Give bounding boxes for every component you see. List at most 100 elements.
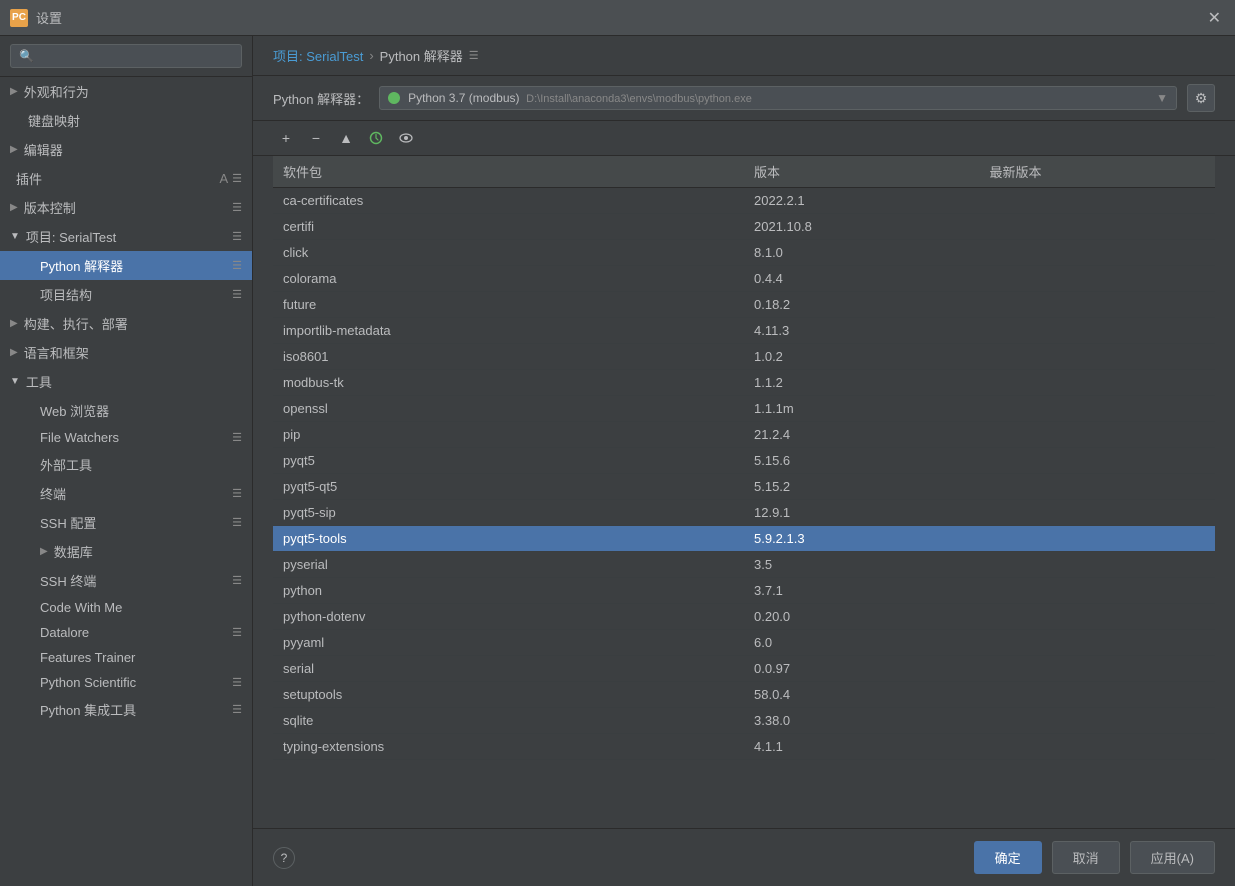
package-latest-cell (980, 474, 1216, 500)
ok-button[interactable]: 确定 (974, 841, 1042, 874)
sidebar-item-vcs[interactable]: ▶ 版本控制 ☰ (0, 193, 252, 222)
package-name-cell: python (273, 578, 744, 604)
sidebar-item-label: Python 集成工具 (40, 700, 136, 719)
package-latest-cell (980, 708, 1216, 734)
table-row[interactable]: pyqt55.15.6 (273, 448, 1215, 474)
sidebar-item-external-tools[interactable]: 外部工具 (0, 450, 252, 479)
package-name-cell: python-dotenv (273, 604, 744, 630)
package-version-cell: 6.0 (744, 630, 980, 656)
table-row[interactable]: iso86011.0.2 (273, 344, 1215, 370)
package-version-cell: 2022.2.1 (744, 188, 980, 214)
interpreter-icon: ☰ (232, 259, 242, 272)
table-row[interactable]: future0.18.2 (273, 292, 1215, 318)
sidebar-item-editor[interactable]: ▶ 编辑器 (0, 135, 252, 164)
sidebar-item-code-with-me[interactable]: Code With Me (0, 595, 252, 620)
table-row[interactable]: ca-certificates2022.2.1 (273, 188, 1215, 214)
table-row[interactable]: click8.1.0 (273, 240, 1215, 266)
package-name-cell: importlib-metadata (273, 318, 744, 344)
help-button[interactable]: ? (273, 847, 295, 869)
close-button[interactable]: ✕ (1204, 8, 1225, 28)
sidebar-item-features-trainer[interactable]: Features Trainer (0, 645, 252, 670)
sidebar-item-ssh-config[interactable]: SSH 配置 ☰ (0, 508, 252, 537)
apply-button[interactable]: 应用(A) (1130, 841, 1215, 874)
table-row[interactable]: certifi2021.10.8 (273, 214, 1215, 240)
package-version-cell: 0.4.4 (744, 266, 980, 292)
sidebar-item-web-browser[interactable]: Web 浏览器 (0, 396, 252, 425)
chevron-right-icon: ▶ (40, 546, 48, 557)
sidebar-item-terminal[interactable]: 终端 ☰ (0, 479, 252, 508)
table-row[interactable]: pyqt5-sip12.9.1 (273, 500, 1215, 526)
package-version-cell: 5.15.2 (744, 474, 980, 500)
sidebar-item-project[interactable]: ▼ 项目: SerialTest ☰ (0, 222, 252, 251)
breadcrumb-menu-icon[interactable]: ☰ (469, 49, 479, 62)
package-latest-cell (980, 734, 1216, 760)
table-row[interactable]: openssl1.1.1m (273, 396, 1215, 422)
package-latest-cell (980, 578, 1216, 604)
sidebar-item-languages[interactable]: ▶ 语言和框架 (0, 338, 252, 367)
sidebar-item-label: Web 浏览器 (40, 401, 109, 420)
package-latest-cell (980, 682, 1216, 708)
breadcrumb-project[interactable]: 项目: SerialTest (273, 46, 363, 65)
sidebar-item-build[interactable]: ▶ 构建、执行、部署 (0, 309, 252, 338)
table-row[interactable]: typing-extensions4.1.1 (273, 734, 1215, 760)
sidebar-item-ssh-terminal[interactable]: SSH 终端 ☰ (0, 566, 252, 595)
table-row[interactable]: python3.7.1 (273, 578, 1215, 604)
package-name-cell: colorama (273, 266, 744, 292)
table-row[interactable]: sqlite3.38.0 (273, 708, 1215, 734)
gear-button[interactable]: ⚙ (1187, 84, 1215, 112)
table-row[interactable]: serial0.0.97 (273, 656, 1215, 682)
interpreter-row: Python 解释器： Python 3.7 (modbus) D:\Insta… (253, 76, 1235, 121)
eye-button[interactable] (393, 127, 419, 149)
sidebar-item-database[interactable]: ▶ 数据库 (0, 537, 252, 566)
interpreter-select[interactable]: Python 3.7 (modbus) D:\Install\anaconda3… (379, 86, 1177, 110)
sidebar-item-tools[interactable]: ▼ 工具 (0, 367, 252, 396)
title-bar-title: 设置 (36, 8, 62, 27)
table-row[interactable]: pyqt5-qt55.15.2 (273, 474, 1215, 500)
breadcrumb-page: Python 解释器 (380, 46, 463, 65)
package-version-cell: 4.1.1 (744, 734, 980, 760)
remove-package-button[interactable]: − (303, 127, 329, 149)
sidebar-item-datalore[interactable]: Datalore ☰ (0, 620, 252, 645)
sidebar-item-python-integrated[interactable]: Python 集成工具 ☰ (0, 695, 252, 724)
package-version-cell: 5.9.2.1.3 (744, 526, 980, 552)
table-row[interactable]: python-dotenv0.20.0 (273, 604, 1215, 630)
table-row[interactable]: pyqt5-tools5.9.2.1.3 (273, 526, 1215, 552)
package-latest-cell (980, 656, 1216, 682)
cancel-button[interactable]: 取消 (1052, 841, 1120, 874)
table-header-row: 软件包 版本 最新版本 (273, 156, 1215, 188)
package-version-cell: 2021.10.8 (744, 214, 980, 240)
package-name-cell: modbus-tk (273, 370, 744, 396)
sidebar-item-label: Datalore (40, 625, 89, 640)
table-row[interactable]: pip21.2.4 (273, 422, 1215, 448)
table-row[interactable]: setuptools58.0.4 (273, 682, 1215, 708)
package-latest-cell (980, 240, 1216, 266)
table-row[interactable]: colorama0.4.4 (273, 266, 1215, 292)
vcs-icon: ☰ (232, 201, 242, 214)
package-version-cell: 1.1.1m (744, 396, 980, 422)
package-name-cell: setuptools (273, 682, 744, 708)
package-version-cell: 12.9.1 (744, 500, 980, 526)
package-latest-cell (980, 188, 1216, 214)
up-button[interactable]: ▲ (333, 127, 359, 149)
package-version-cell: 3.38.0 (744, 708, 980, 734)
sidebar: ▶ 外观和行为 键盘映射 ▶ 编辑器 插件 A ☰ ▶ 版本控制 ☰ ▼ (0, 36, 253, 886)
table-row[interactable]: pyyaml6.0 (273, 630, 1215, 656)
sidebar-item-keymap[interactable]: 键盘映射 (0, 106, 252, 135)
python-integrated-icon: ☰ (232, 703, 242, 716)
add-package-button[interactable]: + (273, 127, 299, 149)
package-latest-cell (980, 630, 1216, 656)
sidebar-item-python-interpreter[interactable]: Python 解释器 ☰ (0, 251, 252, 280)
package-version-cell: 8.1.0 (744, 240, 980, 266)
search-input[interactable] (10, 44, 242, 68)
sidebar-item-plugins[interactable]: 插件 A ☰ (0, 164, 252, 193)
sidebar-item-appearance[interactable]: ▶ 外观和行为 (0, 77, 252, 106)
sidebar-item-file-watchers[interactable]: File Watchers ☰ (0, 425, 252, 450)
reload-button[interactable] (363, 127, 389, 149)
table-row[interactable]: importlib-metadata4.11.3 (273, 318, 1215, 344)
table-row[interactable]: modbus-tk1.1.2 (273, 370, 1215, 396)
sidebar-item-python-scientific[interactable]: Python Scientific ☰ (0, 670, 252, 695)
package-name-cell: typing-extensions (273, 734, 744, 760)
table-row[interactable]: pyserial3.5 (273, 552, 1215, 578)
sidebar-item-project-structure[interactable]: 项目结构 ☰ (0, 280, 252, 309)
app-icon: PC (10, 9, 28, 27)
